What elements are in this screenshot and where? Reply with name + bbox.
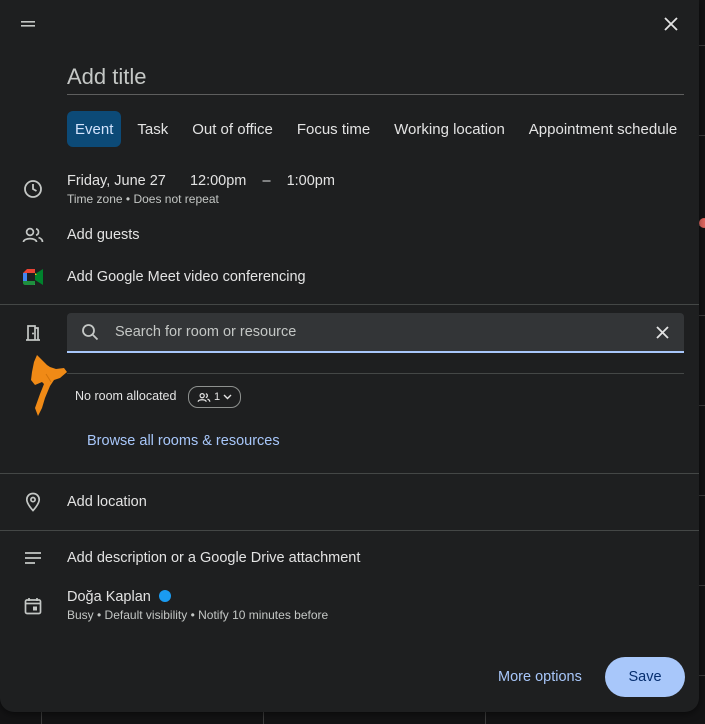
- people-icon: [197, 392, 211, 403]
- grid-line: [699, 405, 705, 406]
- clock-icon: [21, 177, 45, 201]
- add-location-field[interactable]: Add location: [67, 494, 147, 510]
- grid-line: [699, 315, 705, 316]
- grid-line: [41, 710, 42, 724]
- google-meet-icon: [21, 265, 45, 289]
- more-options-button[interactable]: More options: [487, 660, 593, 694]
- annotation-arrow: [28, 352, 72, 418]
- calendar-selector[interactable]: Doğa Kaplan Busy • Default visibility • …: [67, 589, 328, 622]
- browse-rooms-link[interactable]: Browse all rooms & resources: [87, 433, 280, 449]
- room-search-input[interactable]: [115, 313, 635, 351]
- room-search-box[interactable]: [67, 313, 684, 353]
- grid-line: [699, 585, 705, 586]
- event-type-tabs: Event Task Out of office Focus time Work…: [67, 111, 693, 147]
- search-icon: [78, 320, 102, 344]
- capacity-chip[interactable]: 1: [188, 386, 242, 408]
- drag-handle-icon[interactable]: [16, 14, 40, 34]
- title-input[interactable]: [67, 60, 684, 95]
- room-divider: [67, 373, 684, 374]
- chevron-down-icon: [223, 394, 232, 400]
- grid-line: [699, 675, 705, 676]
- door-icon: [21, 321, 45, 345]
- location-pin-icon: [21, 490, 45, 514]
- datetime-picker[interactable]: Friday, June 27 12:00pm – 1:00pm Time zo…: [67, 173, 335, 206]
- tab-task[interactable]: Task: [129, 111, 176, 147]
- calendar-color-dot: [158, 590, 171, 602]
- tab-out-of-office[interactable]: Out of office: [184, 111, 281, 147]
- event-date[interactable]: Friday, June 27: [67, 173, 166, 189]
- tab-appointment-schedule[interactable]: Appointment schedule: [521, 111, 685, 147]
- save-button[interactable]: Save: [605, 657, 685, 697]
- grid-line: [699, 45, 705, 46]
- tab-focus-time[interactable]: Focus time: [289, 111, 378, 147]
- section-divider: [0, 473, 699, 474]
- calendar-owner-name: Doğa Kaplan: [67, 589, 151, 605]
- tab-working-location[interactable]: Working location: [386, 111, 513, 147]
- grid-line: [263, 710, 264, 724]
- grid-line: [699, 495, 705, 496]
- capacity-value: 1: [214, 391, 221, 403]
- no-room-label: No room allocated: [75, 389, 177, 403]
- event-start-time[interactable]: 12:00pm: [190, 173, 246, 189]
- grid-line: [699, 135, 705, 136]
- timezone-repeat-text[interactable]: Time zone • Does not repeat: [67, 192, 335, 206]
- add-description-field[interactable]: Add description or a Google Drive attach…: [67, 550, 360, 566]
- clear-search-icon[interactable]: [650, 320, 674, 344]
- section-divider: [0, 304, 699, 305]
- section-divider: [0, 530, 699, 531]
- grid-line: [485, 710, 486, 724]
- time-separator: –: [262, 173, 271, 189]
- event-dialog: Event Task Out of office Focus time Work…: [0, 0, 699, 712]
- description-icon: [21, 546, 45, 570]
- add-meet-button[interactable]: Add Google Meet video conferencing: [67, 269, 306, 285]
- event-end-time[interactable]: 1:00pm: [287, 173, 335, 189]
- calendar-settings-text[interactable]: Busy • Default visibility • Notify 10 mi…: [67, 608, 328, 622]
- add-guests-field[interactable]: Add guests: [67, 227, 140, 243]
- current-time-dot: [699, 218, 705, 228]
- tab-event[interactable]: Event: [67, 111, 122, 147]
- calendar-icon: [21, 594, 45, 618]
- people-icon: [21, 223, 45, 247]
- close-icon[interactable]: [659, 12, 683, 36]
